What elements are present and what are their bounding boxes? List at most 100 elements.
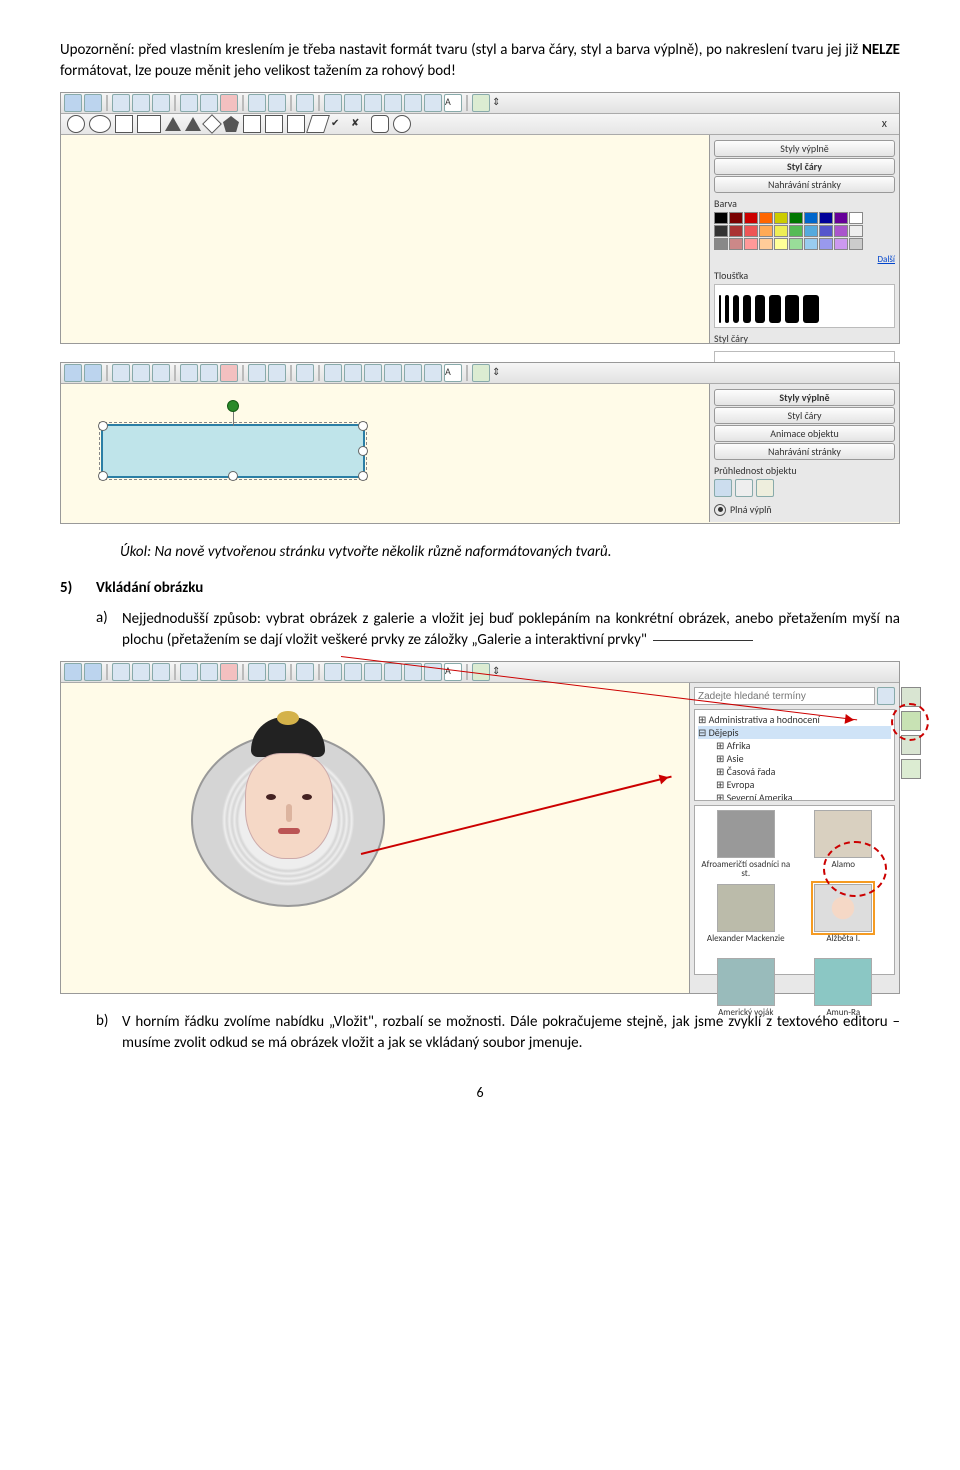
screen2-icon[interactable] (268, 364, 286, 382)
thumb-item[interactable]: Amun-Ra (797, 958, 891, 1028)
tree-row[interactable]: ⊞ Afrika (698, 739, 891, 752)
pen2-icon[interactable] (364, 364, 382, 382)
square-icon[interactable] (115, 115, 133, 133)
canvas-2[interactable] (61, 384, 709, 522)
eraser-icon[interactable] (384, 94, 402, 112)
resize-handle[interactable] (358, 421, 368, 431)
undo-icon[interactable] (180, 364, 198, 382)
paste-icon[interactable] (152, 94, 170, 112)
thumb-item[interactable]: Afroameričtí osadníci na st. (699, 810, 793, 880)
nav-back-icon[interactable] (64, 364, 82, 382)
nav-fwd-icon[interactable] (84, 94, 102, 112)
shape-icon[interactable] (424, 94, 442, 112)
pointer-icon[interactable] (324, 94, 342, 112)
props-icon[interactable] (472, 364, 490, 382)
thumb-item[interactable]: Alexander Mackenzie (699, 884, 793, 954)
check-icon[interactable]: ✔ (331, 116, 347, 132)
arrow-icon[interactable] (265, 115, 283, 133)
rotate-handle[interactable] (227, 400, 239, 412)
delete-icon[interactable] (220, 663, 238, 681)
callout-icon[interactable] (371, 115, 389, 133)
screen-icon[interactable] (248, 94, 266, 112)
fill-radio[interactable]: Plná výplň (714, 503, 895, 516)
move-icon[interactable]: ⇕ (492, 664, 508, 680)
rect-icon[interactable] (137, 115, 161, 133)
grid-icon[interactable] (296, 663, 314, 681)
selected-rectangle[interactable] (101, 424, 365, 478)
nav-back-icon[interactable] (64, 663, 82, 681)
tree-row[interactable]: ⊞ Severní Amerika (698, 791, 891, 801)
grid-icon[interactable] (296, 94, 314, 112)
screen-icon[interactable] (248, 663, 266, 681)
panel-btn-styl-cary[interactable]: Styl čáry (714, 407, 895, 424)
thickness-row[interactable] (714, 284, 895, 328)
nav-fwd-icon[interactable] (84, 663, 102, 681)
screen-icon[interactable] (248, 364, 266, 382)
triangle2-icon[interactable] (185, 117, 201, 131)
shape-icon[interactable] (424, 364, 442, 382)
line-icon[interactable] (404, 94, 422, 112)
canvas-3[interactable] (61, 683, 689, 993)
panel-btn-styl-cary[interactable]: Styl čáry (714, 158, 895, 175)
props-icon[interactable] (472, 94, 490, 112)
pen2-icon[interactable] (364, 94, 382, 112)
panel-btn-styly-vyplne[interactable]: Styly výplně (714, 140, 895, 157)
trans-icon[interactable] (714, 479, 732, 497)
pen2-icon[interactable] (364, 663, 382, 681)
paste-icon[interactable] (152, 364, 170, 382)
eraser-icon[interactable] (384, 663, 402, 681)
move-icon[interactable]: ⇕ (492, 365, 508, 381)
circle-icon[interactable] (67, 115, 85, 133)
tree-row[interactable]: ⊞ Evropa (698, 778, 891, 791)
thought-icon[interactable] (393, 115, 411, 133)
resize-handle[interactable] (358, 471, 368, 481)
text-icon[interactable]: A (444, 663, 462, 681)
trans-icon[interactable] (756, 479, 774, 497)
resize-handle[interactable] (98, 421, 108, 431)
grid-icon[interactable] (296, 364, 314, 382)
panel-btn-animace[interactable]: Animace objektu (714, 425, 895, 442)
open-icon[interactable] (112, 663, 130, 681)
redo-icon[interactable] (200, 663, 218, 681)
text-icon[interactable]: A (444, 94, 462, 112)
arrow2-icon[interactable] (287, 115, 305, 133)
canvas-1[interactable] (61, 135, 709, 343)
line-icon[interactable] (404, 364, 422, 382)
tree-row[interactable]: ⊞ Časová řada (698, 765, 891, 778)
queen-image[interactable] (191, 733, 385, 907)
save-icon[interactable] (132, 94, 150, 112)
panel-btn-nahravani[interactable]: Nahrávání stránky (714, 443, 895, 460)
undo-icon[interactable] (180, 94, 198, 112)
tree-row[interactable]: ⊞ Administrativa a hodnocení (698, 713, 891, 726)
panel-btn-styly-vyplne[interactable]: Styly výplně (714, 389, 895, 406)
tab-icon[interactable] (901, 759, 921, 779)
search-icon[interactable] (877, 687, 895, 705)
close-x[interactable]: x (876, 117, 893, 131)
delete-icon[interactable] (220, 364, 238, 382)
pointer-icon[interactable] (324, 663, 342, 681)
nav-back-icon[interactable] (64, 94, 82, 112)
text-icon[interactable]: A (444, 364, 462, 382)
paste-icon[interactable] (152, 663, 170, 681)
resize-handle[interactable] (358, 446, 368, 456)
open-icon[interactable] (112, 364, 130, 382)
thumb-item[interactable]: Americký voják (699, 958, 793, 1028)
diamond-icon[interactable] (202, 114, 222, 134)
parallelogram-icon[interactable] (306, 115, 330, 133)
oval-icon[interactable] (89, 115, 111, 133)
pen-icon[interactable] (344, 364, 362, 382)
resize-handle[interactable] (98, 471, 108, 481)
move-icon[interactable]: ⇕ (492, 95, 508, 111)
screen2-icon[interactable] (268, 94, 286, 112)
delete-icon[interactable] (220, 94, 238, 112)
x-icon[interactable]: ✘ (351, 116, 367, 132)
redo-icon[interactable] (200, 94, 218, 112)
screen2-icon[interactable] (268, 663, 286, 681)
save-icon[interactable] (132, 364, 150, 382)
redo-icon[interactable] (200, 364, 218, 382)
undo-icon[interactable] (180, 663, 198, 681)
hexagon-icon[interactable] (243, 115, 261, 133)
pen-icon[interactable] (344, 94, 362, 112)
resize-handle[interactable] (228, 471, 238, 481)
open-icon[interactable] (112, 94, 130, 112)
